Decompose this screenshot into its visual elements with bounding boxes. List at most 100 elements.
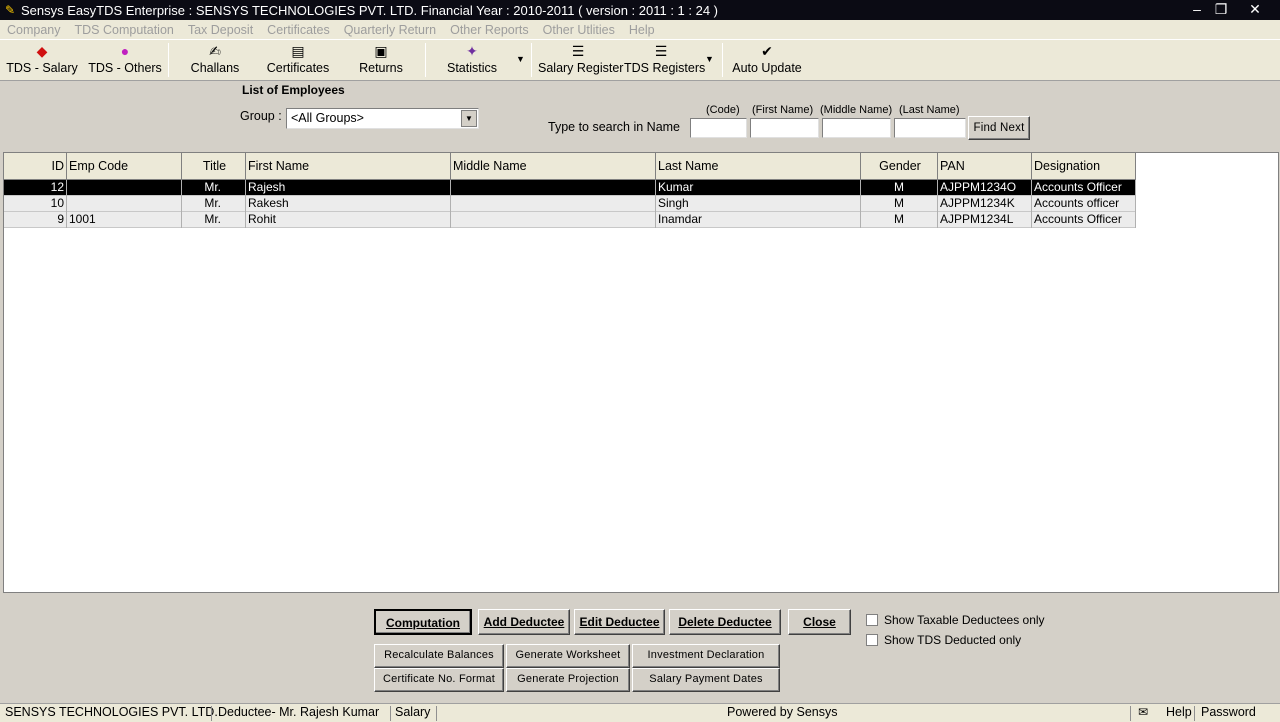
search-middle-name-input[interactable] <box>822 118 891 138</box>
first-name-column-hint: (First Name) <box>752 104 814 116</box>
returns-button[interactable]: ▣ Returns <box>356 42 406 80</box>
certificate-no-format-button[interactable]: Certificate No. Format <box>374 668 504 692</box>
col-gender[interactable]: Gender <box>861 153 938 180</box>
cell-id: 9 <box>4 212 67 228</box>
close-button[interactable]: Close <box>788 609 851 635</box>
tds-others-label: TDS - Others <box>88 61 162 75</box>
toolbar-separator <box>425 43 426 77</box>
menu-company[interactable]: Company <box>0 23 68 37</box>
group-label: Group : <box>240 109 282 123</box>
status-divider <box>211 706 212 721</box>
toolbar: ◆ TDS - Salary ● TDS - Others ✍ Challans… <box>0 40 1280 81</box>
cell-designation: Accounts officer <box>1032 196 1136 212</box>
employee-panel: List of Employees Group : <All Groups> ▼… <box>0 81 1280 703</box>
returns-icon: ▣ <box>374 43 388 59</box>
table-row[interactable]: 9 1001 Mr. Rohit Inamdar M AJPPM1234L Ac… <box>4 212 1136 228</box>
employee-table: ID Emp Code Title First Name Middle Name… <box>3 152 1279 593</box>
toolbar-separator <box>722 43 723 77</box>
tds-salary-label: TDS - Salary <box>6 61 78 75</box>
col-middle-name[interactable]: Middle Name <box>451 153 656 180</box>
salary-register-label: Salary Register <box>538 61 624 75</box>
find-next-button[interactable]: Find Next <box>968 116 1030 140</box>
tds-registers-dropdown-icon[interactable]: ▼ <box>705 54 714 64</box>
col-pan[interactable]: PAN <box>938 153 1032 180</box>
statistics-button[interactable]: ✦ Statistics <box>444 42 500 80</box>
col-id[interactable]: ID <box>4 153 67 180</box>
password-link[interactable]: Password <box>1201 705 1256 719</box>
cell-emp-code <box>67 180 182 196</box>
window-title: Sensys EasyTDS Enterprise : SENSYS TECHN… <box>21 2 719 18</box>
menu-help[interactable]: Help <box>622 23 662 37</box>
certificates-button[interactable]: ▤ Certificates <box>264 42 332 80</box>
tds-salary-icon: ◆ <box>36 43 48 59</box>
table-row[interactable]: 10 Mr. Rakesh Singh M AJPPM1234K Account… <box>4 196 1136 212</box>
cell-pan: AJPPM1234O <box>938 180 1032 196</box>
delete-deductee-button[interactable]: Delete Deductee <box>669 609 781 635</box>
cell-first-name: Rohit <box>246 212 451 228</box>
status-divider <box>1130 706 1131 721</box>
help-icon[interactable]: ✉ <box>1138 705 1148 719</box>
panel-title: List of Employees <box>242 83 345 97</box>
title-bar: ✎ Sensys EasyTDS Enterprise : SENSYS TEC… <box>0 0 1280 20</box>
cell-id: 12 <box>4 180 67 196</box>
recalculate-balances-button[interactable]: Recalculate Balances <box>374 644 504 668</box>
cell-gender: M <box>861 212 938 228</box>
computation-button[interactable]: Computation <box>374 609 472 635</box>
search-first-name-input[interactable] <box>750 118 819 138</box>
cell-gender: M <box>861 196 938 212</box>
challans-button[interactable]: ✍ Challans <box>186 42 244 80</box>
cell-emp-code <box>67 196 182 212</box>
menu-other-reports[interactable]: Other Reports <box>443 23 536 37</box>
generate-projection-button[interactable]: Generate Projection <box>506 668 630 692</box>
close-icon[interactable]: ✕ <box>1244 0 1266 20</box>
status-divider <box>390 706 391 721</box>
menu-tax-deposit[interactable]: Tax Deposit <box>181 23 260 37</box>
checkmark-icon: ✔ <box>761 43 773 59</box>
edit-deductee-button[interactable]: Edit Deductee <box>574 609 665 635</box>
challans-icon: ✍ <box>209 43 221 59</box>
tds-others-button[interactable]: ● TDS - Others <box>86 42 164 80</box>
restore-icon[interactable]: ❐ <box>1210 0 1232 20</box>
investment-declaration-button[interactable]: Investment Declaration <box>632 644 780 668</box>
code-column-hint: (Code) <box>706 104 740 116</box>
chevron-down-icon[interactable]: ▼ <box>461 110 477 127</box>
tds-registers-button[interactable]: ☰ TDS Registers <box>624 42 705 80</box>
col-designation[interactable]: Designation <box>1032 153 1136 180</box>
group-select[interactable]: <All Groups> ▼ <box>286 108 479 129</box>
cell-gender: M <box>861 180 938 196</box>
app-icon: ✎ <box>4 3 16 17</box>
show-tds-deducted-checkbox[interactable] <box>866 634 878 646</box>
show-taxable-checkbox[interactable] <box>866 614 878 626</box>
cell-title: Mr. <box>182 212 246 228</box>
statistics-icon: ✦ <box>466 43 478 59</box>
salary-payment-dates-button[interactable]: Salary Payment Dates <box>632 668 780 692</box>
status-divider <box>1194 706 1195 721</box>
minimize-icon[interactable]: – <box>1186 0 1208 20</box>
salary-register-button[interactable]: ☰ Salary Register <box>538 42 624 80</box>
menu-other-utilities[interactable]: Other Utlities <box>536 23 622 37</box>
table-row[interactable]: 12 Mr. Rajesh Kumar M AJPPM1234O Account… <box>4 180 1136 196</box>
cell-last-name: Inamdar <box>656 212 861 228</box>
help-link[interactable]: Help <box>1166 705 1192 719</box>
auto-update-button[interactable]: ✔ Auto Update <box>732 42 802 80</box>
certificates-label: Certificates <box>266 61 330 75</box>
add-deductee-button[interactable]: Add Deductee <box>478 609 570 635</box>
col-emp-code[interactable]: Emp Code <box>67 153 182 180</box>
search-last-name-input[interactable] <box>894 118 966 138</box>
cell-first-name: Rakesh <box>246 196 451 212</box>
menu-certificates[interactable]: Certificates <box>260 23 337 37</box>
col-title[interactable]: Title <box>182 153 246 180</box>
statistics-label: Statistics <box>446 61 497 75</box>
search-code-input[interactable] <box>690 118 747 138</box>
toolbar-separator <box>531 43 532 77</box>
col-first-name[interactable]: First Name <box>246 153 451 180</box>
menu-bar: Company TDS Computation Tax Deposit Cert… <box>0 20 1280 40</box>
col-last-name[interactable]: Last Name <box>656 153 861 180</box>
tds-salary-button[interactable]: ◆ TDS - Salary <box>6 42 78 80</box>
status-powered-by: Powered by Sensys <box>727 705 838 719</box>
table-header: ID Emp Code Title First Name Middle Name… <box>4 153 1136 180</box>
menu-tds-computation[interactable]: TDS Computation <box>68 23 181 37</box>
menu-quarterly-return[interactable]: Quarterly Return <box>337 23 443 37</box>
generate-worksheet-button[interactable]: Generate Worksheet <box>506 644 630 668</box>
statistics-dropdown-icon[interactable]: ▼ <box>516 54 525 64</box>
